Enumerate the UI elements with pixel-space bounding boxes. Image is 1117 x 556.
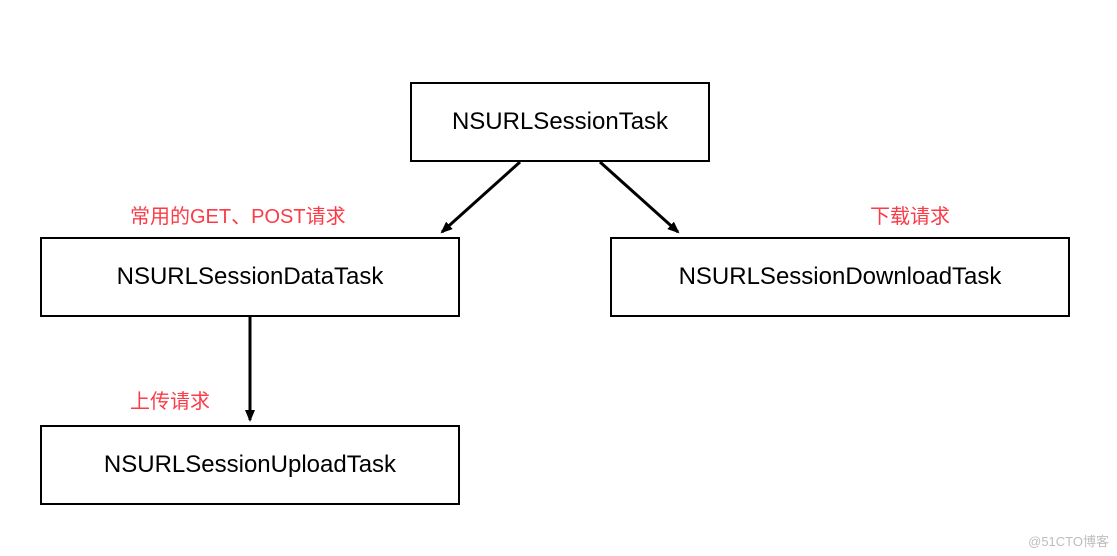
node-root: NSURLSessionTask — [410, 82, 710, 162]
watermark-text: @51CTO博客 — [1028, 531, 1109, 550]
annotation-get-post: 常用的GET、POST请求 — [130, 200, 346, 229]
annotation-upload: 上传请求 — [130, 385, 210, 414]
arrow-root-to-download — [600, 162, 678, 232]
node-download-task: NSURLSessionDownloadTask — [610, 237, 1070, 317]
node-upload-task: NSURLSessionUploadTask — [40, 425, 460, 505]
annotation-download: 下载请求 — [870, 200, 950, 229]
arrow-root-to-data — [442, 162, 520, 232]
node-data-task: NSURLSessionDataTask — [40, 237, 460, 317]
